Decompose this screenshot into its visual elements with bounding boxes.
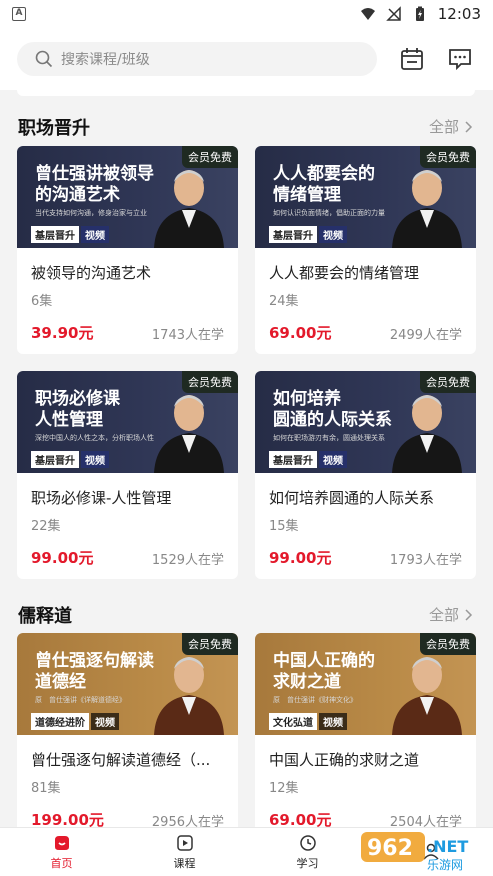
course-price: 99.00元 <box>269 549 332 567</box>
previous-card-edge <box>17 90 475 96</box>
section-title-career: 职场晋升 <box>18 118 90 139</box>
svg-text:.NET: .NET <box>427 837 468 856</box>
episode-count: 24集 <box>269 294 299 309</box>
thumbnail-tag: 文化弘道 视频 <box>269 713 347 730</box>
thumbnail-title: 曾仕强讲被领导 的沟通艺术 <box>35 164 154 205</box>
section-title-confucianism: 儒释道 <box>18 606 72 627</box>
thumbnail-title: 中国人正确的 求财之道 <box>273 651 375 692</box>
member-free-badge: 会员免费 <box>420 371 476 393</box>
learner-count: 2499人在学 <box>389 328 462 343</box>
thumbnail-subtitle: 原 曾仕强讲《财神文化》 <box>273 696 357 704</box>
search-icon <box>35 50 53 68</box>
app-notification-icon: A <box>12 7 26 21</box>
presenter-portrait <box>154 657 224 735</box>
thumbnail-subtitle: 深挖中国人的人性之本，分析职场人性 <box>35 434 154 442</box>
course-card[interactable]: 人人都要会的 情绪管理 如何认识负面情绪，倡助正面的力量 基层晋升 视频 会员免费 … <box>255 146 476 354</box>
course-price: 99.00元 <box>31 549 94 567</box>
course-card[interactable]: 曾仕强讲被领导 的沟通艺术 当代支持如何沟通，修身治家与立业 基层晋升 视频 会员免… <box>17 146 238 354</box>
presenter-portrait <box>154 170 224 248</box>
course-thumbnail: 曾仕强讲被领导 的沟通艺术 当代支持如何沟通，修身治家与立业 基层晋升 视频 会员免… <box>17 146 238 248</box>
thumbnail-tag: 基层晋升 视频 <box>269 226 347 243</box>
presenter-portrait <box>392 170 462 248</box>
episode-count: 15集 <box>269 519 299 534</box>
search-input[interactable]: 搜索课程/班级 <box>17 42 377 76</box>
course-thumbnail: 人人都要会的 情绪管理 如何认识负面情绪，倡助正面的力量 基层晋升 视频 会员免费 <box>255 146 476 248</box>
presenter-portrait <box>392 657 462 735</box>
thumbnail-tag: 基层晋升 视频 <box>31 451 109 468</box>
thumbnail-title: 人人都要会的 情绪管理 <box>273 164 375 205</box>
section-all-confucianism[interactable]: 全部 <box>429 604 473 625</box>
home-icon <box>54 835 69 850</box>
tab-label: 课程 <box>173 856 196 870</box>
course-card[interactable]: 如何培养 圆通的人际关系 如何在职场游刃有余，圆通处理关系 基层晋升 视频 会员免费… <box>255 371 476 579</box>
course-name: 中国人正确的求财之道 <box>269 751 420 769</box>
thumbnail-subtitle: 当代支持如何沟通，修身治家与立业 <box>35 209 147 217</box>
tab-label: 学习 <box>296 856 319 870</box>
member-free-badge: 会员免费 <box>420 146 476 168</box>
calendar-icon[interactable] <box>399 46 425 72</box>
clock-icon <box>299 834 316 851</box>
course-name: 如何培养圆通的人际关系 <box>269 489 435 507</box>
learner-count: 1793人在学 <box>389 553 462 568</box>
course-card[interactable]: 职场必修课 人性管理 深挖中国人的人性之本，分析职场人性 基层晋升 视频 会员免费 … <box>17 371 238 579</box>
member-free-badge: 会员免费 <box>182 633 238 655</box>
chevron-right-icon <box>465 608 473 621</box>
tab-label: 首页 <box>50 856 73 870</box>
message-icon[interactable] <box>447 46 473 72</box>
svg-text:乐游网: 乐游网 <box>427 858 463 872</box>
section-all-label: 全部 <box>428 118 459 136</box>
thumbnail-title: 曾仕强逐句解读 道德经 <box>35 651 154 692</box>
thumbnail-subtitle: 如何认识负面情绪，倡助正面的力量 <box>273 209 385 217</box>
thumbnail-subtitle: 如何在职场游刃有余，圆通处理关系 <box>273 434 385 442</box>
course-card[interactable]: 曾仕强逐句解读 道德经 原 曾仕强讲《详解道德经》 道德经进阶 视频 会员免费 曾仕… <box>17 633 238 841</box>
member-free-badge: 会员免费 <box>182 371 238 393</box>
course-thumbnail: 职场必修课 人性管理 深挖中国人的人性之本，分析职场人性 基层晋升 视频 会员免费 <box>17 371 238 473</box>
episode-count: 22集 <box>31 519 61 534</box>
no-signal-icon <box>385 6 401 21</box>
episode-count: 81集 <box>31 781 61 796</box>
learner-count: 1743人在学 <box>151 328 224 343</box>
watermark-logo: 962 .NET 乐游网 <box>359 826 489 872</box>
tab-courses[interactable]: 课程 <box>123 828 246 876</box>
learner-count: 1529人在学 <box>151 553 224 568</box>
course-name: 曾仕强逐句解读道德经（... <box>31 751 211 769</box>
episode-count: 12集 <box>269 781 299 796</box>
battery-charging-icon <box>415 6 424 21</box>
wifi-icon <box>360 8 375 20</box>
status-bar: A 12:03 <box>0 0 493 28</box>
section-all-career[interactable]: 全部 <box>429 116 473 137</box>
course-price: 69.00元 <box>269 324 332 342</box>
thumbnail-tag: 道德经进阶 视频 <box>31 713 119 730</box>
svg-text:962: 962 <box>367 836 413 861</box>
course-thumbnail: 如何培养 圆通的人际关系 如何在职场游刃有余，圆通处理关系 基层晋升 视频 会员免费 <box>255 371 476 473</box>
thumbnail-subtitle: 原 曾仕强讲《详解道德经》 <box>35 696 126 704</box>
course-name: 被领导的沟通艺术 <box>31 264 152 282</box>
member-free-badge: 会员免费 <box>182 146 238 168</box>
thumbnail-tag: 基层晋升 视频 <box>31 226 109 243</box>
course-thumbnail: 曾仕强逐句解读 道德经 原 曾仕强讲《详解道德经》 道德经进阶 视频 会员免费 <box>17 633 238 735</box>
course-price: 39.90元 <box>31 324 94 342</box>
section-all-label: 全部 <box>428 606 459 624</box>
play-icon <box>176 834 193 851</box>
presenter-portrait <box>154 395 224 473</box>
course-thumbnail: 中国人正确的 求财之道 原 曾仕强讲《财神文化》 文化弘道 视频 会员免费 <box>255 633 476 735</box>
top-header: 搜索课程/班级 <box>0 28 493 90</box>
presenter-portrait <box>392 395 462 473</box>
tab-study[interactable]: 学习 <box>246 828 369 876</box>
course-card[interactable]: 中国人正确的 求财之道 原 曾仕强讲《财神文化》 文化弘道 视频 会员免费 中国人正… <box>255 633 476 841</box>
thumbnail-title: 如何培养 圆通的人际关系 <box>273 389 392 430</box>
episode-count: 6集 <box>31 294 53 309</box>
chevron-right-icon <box>465 120 473 133</box>
search-placeholder: 搜索课程/班级 <box>61 52 150 68</box>
member-free-badge: 会员免费 <box>420 633 476 655</box>
tab-home[interactable]: 首页 <box>0 828 123 876</box>
thumbnail-tag: 基层晋升 视频 <box>269 451 347 468</box>
course-name: 人人都要会的情绪管理 <box>269 264 420 282</box>
thumbnail-title: 职场必修课 人性管理 <box>35 389 120 430</box>
course-name: 职场必修课-人性管理 <box>31 489 172 507</box>
clock-time: 12:03 <box>437 5 481 23</box>
